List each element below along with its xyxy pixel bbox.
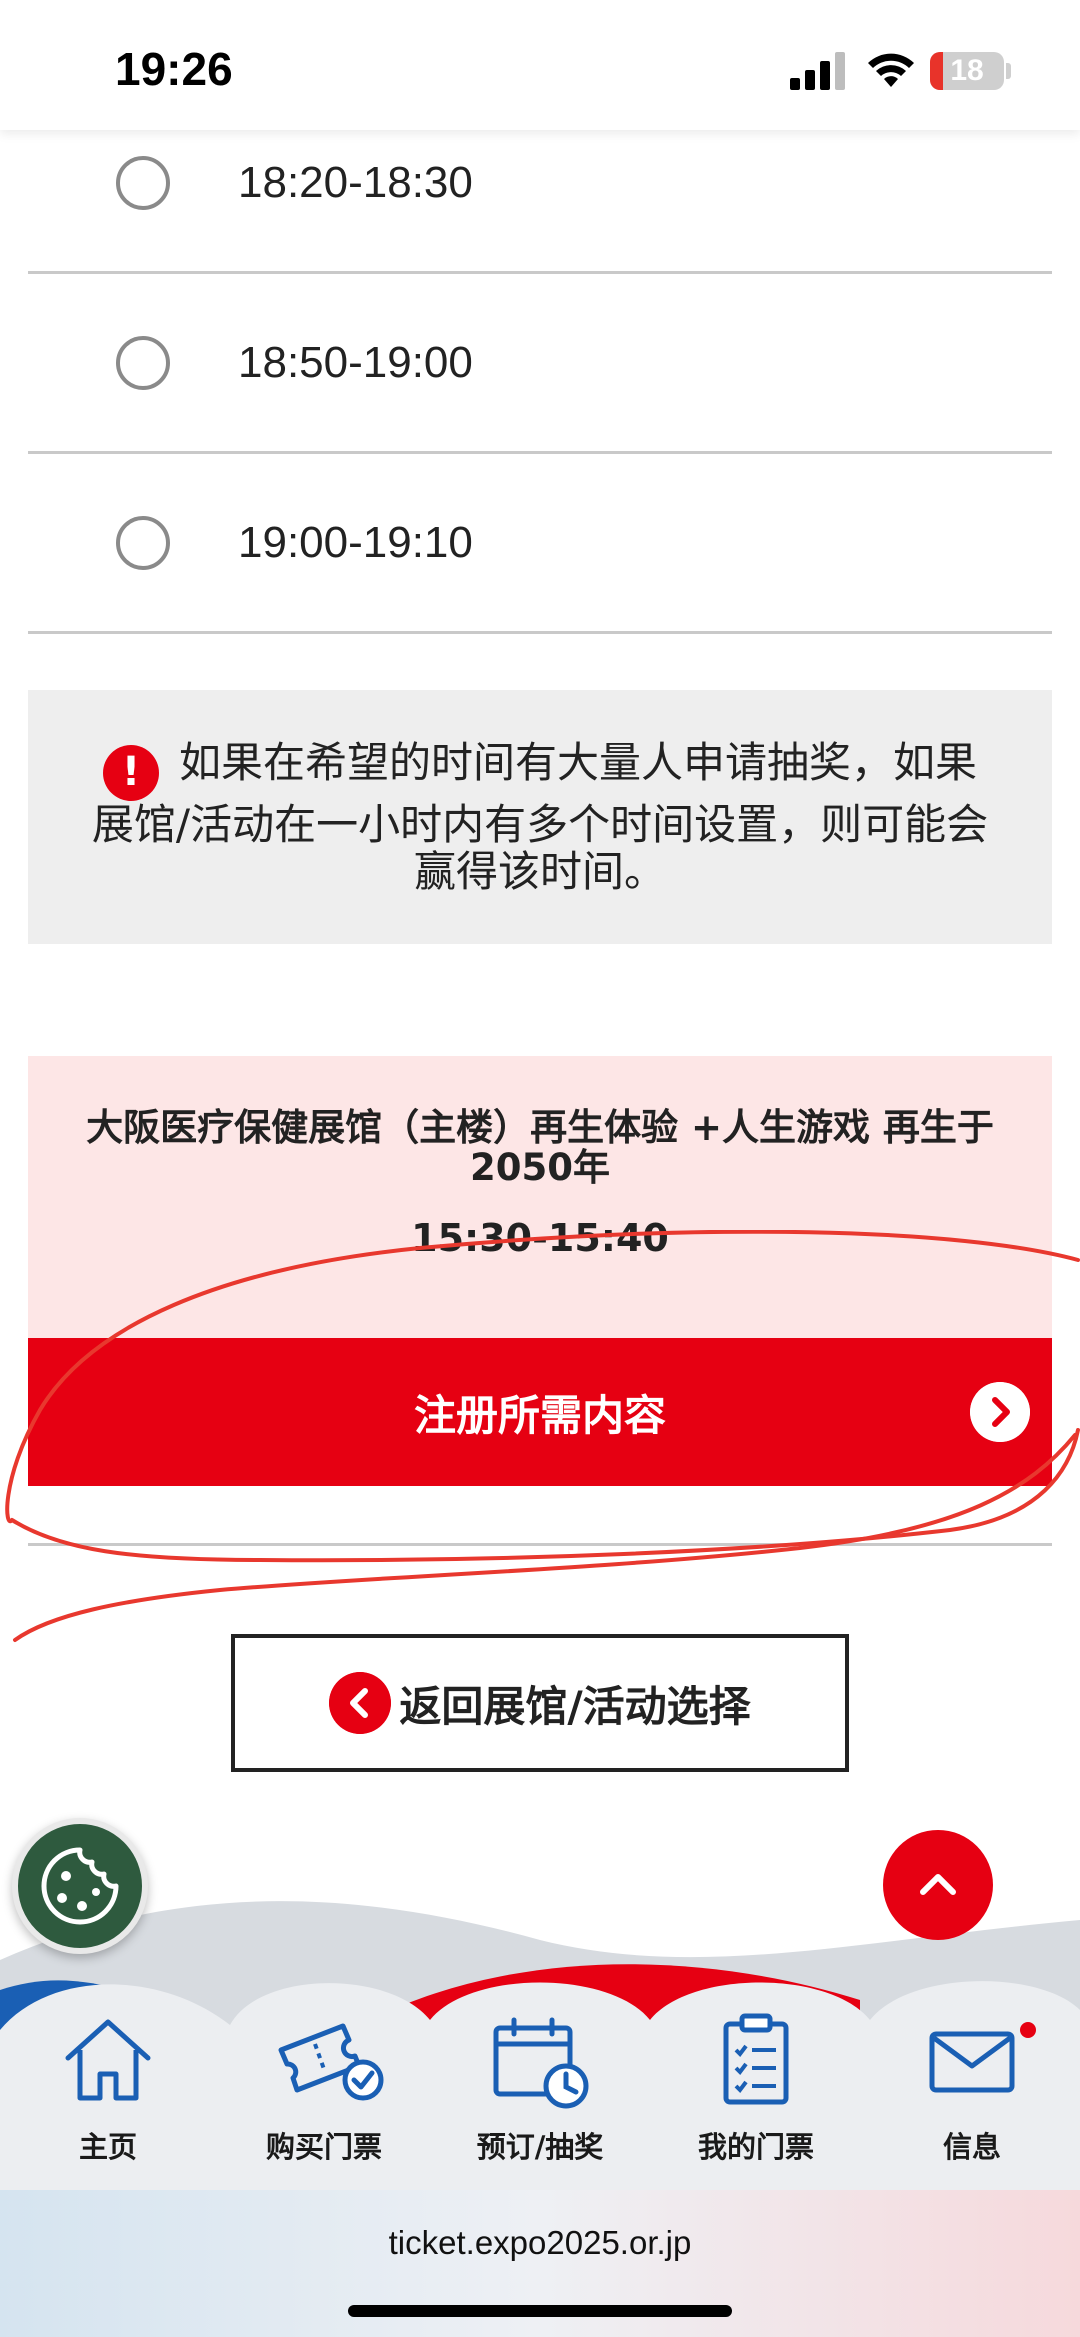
chevron-up-icon	[920, 1874, 956, 1895]
wifi-icon	[868, 53, 914, 87]
home-indicator[interactable]	[348, 2305, 732, 2317]
pavilion-time: 15:30-15:40	[411, 1216, 669, 1260]
register-required-button[interactable]: 注册所需内容	[28, 1338, 1052, 1486]
cookie-icon	[41, 1847, 119, 1925]
pavilion-name: 大阪医疗保健展馆（主楼）再生体验 +人生游戏 再生于2050年	[86, 1106, 994, 1189]
status-bar: 19:26 18	[0, 0, 1080, 130]
bottom-navigation: 主页 购买门票 预订/抽奖 我的门票 信息	[0, 2000, 1080, 2190]
battery-cap	[1006, 63, 1011, 79]
battery-icon: 18	[930, 52, 1004, 90]
cookie-settings-button[interactable]	[12, 1818, 148, 1954]
register-button-label: 注册所需内容	[413, 1390, 666, 1440]
nav-item-my-tickets[interactable]: 我的门票	[648, 2000, 864, 2190]
nav-item-reservation-lottery[interactable]: 预订/抽奖	[432, 2000, 648, 2190]
clipboard-icon	[723, 2013, 789, 2105]
nav-label: 主页	[78, 2130, 137, 2164]
battery-level: 18	[950, 54, 984, 87]
ticket-check-icon	[278, 2023, 384, 2101]
status-time: 19:26	[115, 43, 233, 95]
scroll-to-top-button[interactable]	[883, 1830, 993, 1940]
nav-item-home[interactable]: 主页	[0, 2000, 216, 2190]
nav-item-messages[interactable]: 信息	[864, 2000, 1080, 2190]
time-slot-option[interactable]: 19:00-19:10	[28, 454, 1052, 634]
selected-pavilion-card: 大阪医疗保健展馆（主楼）再生体验 +人生游戏 再生于2050年 15:30-15…	[28, 1056, 1052, 1338]
calendar-clock-icon	[493, 2017, 589, 2109]
radio-button[interactable]	[116, 155, 170, 210]
section-divider	[28, 1543, 1052, 1546]
browser-url-bar[interactable]: ticket.expo2025.or.jp	[0, 2190, 1080, 2337]
notice-text: 如果在希望的时间有大量人申请抽奖，如果展馆/活动在一小时内有多个时间设置，则可能…	[91, 738, 989, 896]
nav-item-buy-tickets[interactable]: 购买门票	[216, 2000, 432, 2190]
home-icon	[65, 2019, 151, 2101]
cellular-signal-icon	[790, 52, 845, 90]
notice-text-wrap: ! 如果在希望的时间有大量人申请抽奖，如果展馆/活动在一小时内有多个时间设置，则可…	[88, 739, 992, 895]
time-slot-label: 18:50-19:00	[238, 337, 473, 387]
nav-label: 购买门票	[265, 2130, 382, 2164]
notification-dot	[1020, 2022, 1036, 2038]
radio-button[interactable]	[116, 335, 170, 390]
time-slot-label: 18:20-18:30	[238, 157, 473, 207]
time-slot-option[interactable]: 18:50-19:00	[28, 274, 1052, 454]
alert-icon: !	[102, 744, 159, 801]
back-button-label: 返回展馆/活动选择	[399, 1681, 751, 1731]
nav-label: 预订/抽奖	[476, 2130, 604, 2164]
url-text: ticket.expo2025.or.jp	[388, 2224, 692, 2261]
chevron-right-icon	[970, 1382, 1030, 1442]
radio-button[interactable]	[116, 515, 170, 570]
nav-label: 信息	[942, 2130, 1001, 2164]
mail-icon	[929, 2031, 1015, 2093]
chevron-left-icon	[329, 1672, 392, 1734]
back-to-pavilion-select-button[interactable]: 返回展馆/活动选择	[231, 1634, 849, 1772]
nav-label: 我的门票	[697, 2130, 814, 2164]
lottery-notice: ! 如果在希望的时间有大量人申请抽奖，如果展馆/活动在一小时内有多个时间设置，则可…	[28, 690, 1052, 944]
time-slot-label: 19:00-19:10	[238, 517, 473, 567]
